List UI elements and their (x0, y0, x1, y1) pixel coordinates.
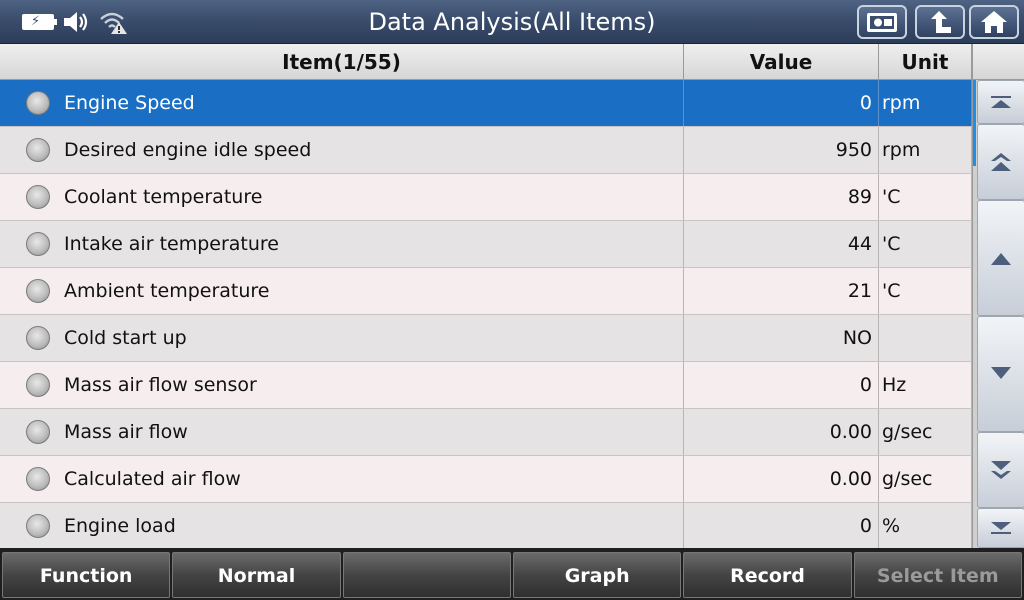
item-unit: Hz (879, 362, 972, 408)
table-header: Item(1/55) Value Unit (0, 44, 972, 80)
radio-icon[interactable] (26, 420, 50, 444)
item-name: Engine load (64, 515, 176, 537)
radio-icon[interactable] (26, 326, 50, 350)
function-button[interactable]: Function (2, 552, 171, 598)
item-value: 0 (684, 503, 879, 549)
item-unit: % (879, 503, 972, 549)
item-name: Intake air temperature (64, 233, 279, 255)
item-value: 21 (684, 268, 879, 314)
table-row[interactable]: Engine load 0 % (0, 503, 972, 550)
item-value: 44 (684, 221, 879, 267)
column-header-unit[interactable]: Unit (879, 44, 972, 79)
radio-icon[interactable] (26, 467, 50, 491)
select-item-button[interactable]: Select Item (853, 552, 1022, 598)
table-row[interactable]: Mass air flow sensor 0 Hz (0, 362, 972, 409)
item-unit: 'C (879, 221, 972, 267)
item-name: Coolant temperature (64, 186, 263, 208)
column-header-value[interactable]: Value (684, 44, 879, 79)
item-value: 0.00 (684, 409, 879, 455)
item-value: 0 (684, 80, 879, 126)
scrollbar[interactable] (972, 44, 1024, 548)
table-row[interactable]: Cold start up NO (0, 315, 972, 362)
back-icon (931, 11, 951, 33)
empty-button[interactable] (342, 552, 511, 598)
title-bar: ⚡ Data Analysis(All Items) (0, 0, 1024, 44)
table-row[interactable]: Ambient temperature 21 'C (0, 268, 972, 315)
item-value: 950 (684, 127, 879, 173)
radio-icon[interactable] (26, 279, 50, 303)
radio-icon[interactable] (26, 185, 50, 209)
item-name: Desired engine idle speed (64, 139, 312, 161)
table-row[interactable]: Intake air temperature 44 'C (0, 221, 972, 268)
record-button[interactable]: Record (683, 552, 852, 598)
page-up-button[interactable] (977, 124, 1024, 200)
item-unit: g/sec (879, 409, 972, 455)
table-row[interactable]: Engine Speed 0 rpm (0, 80, 972, 127)
radio-icon[interactable] (26, 514, 50, 538)
item-name: Ambient temperature (64, 280, 270, 302)
radio-icon[interactable] (26, 91, 50, 115)
item-name: Cold start up (64, 327, 187, 349)
table-row[interactable]: Calculated air flow 0.00 g/sec (0, 456, 972, 503)
scroll-position-indicator[interactable] (973, 80, 976, 166)
item-value: 0 (684, 362, 879, 408)
scroll-top-icon (991, 96, 1011, 108)
radio-icon[interactable] (26, 138, 50, 162)
item-unit: 'C (879, 268, 972, 314)
table-row[interactable]: Desired engine idle speed 950 rpm (0, 127, 972, 174)
line-down-icon (991, 367, 1011, 379)
screenshot-button[interactable] (857, 5, 907, 39)
item-unit (879, 315, 972, 361)
item-name: Mass air flow sensor (64, 374, 257, 396)
column-header-item[interactable]: Item(1/55) (0, 44, 684, 79)
scroll-bottom-button[interactable] (977, 508, 1024, 548)
home-icon (981, 11, 1007, 33)
table-row[interactable]: Coolant temperature 89 'C (0, 174, 972, 221)
back-button[interactable] (915, 5, 965, 39)
table-row[interactable]: Mass air flow 0.00 g/sec (0, 409, 972, 456)
scroll-top-button[interactable] (977, 80, 1024, 124)
line-up-button[interactable] (977, 200, 1024, 316)
normal-button[interactable]: Normal (172, 552, 341, 598)
item-name: Calculated air flow (64, 468, 241, 490)
scroll-header (973, 44, 1024, 80)
item-unit: 'C (879, 174, 972, 220)
item-value: 0.00 (684, 456, 879, 502)
item-unit: rpm (879, 127, 972, 173)
item-unit: rpm (879, 80, 972, 126)
page-down-icon (991, 461, 1011, 479)
item-unit: g/sec (879, 456, 972, 502)
line-up-icon (991, 253, 1011, 265)
scroll-bottom-icon (991, 522, 1011, 534)
page-down-button[interactable] (977, 432, 1024, 508)
item-value: 89 (684, 174, 879, 220)
table-body: Engine Speed 0 rpm Desired engine idle s… (0, 80, 972, 550)
item-name: Engine Speed (64, 92, 195, 114)
bottom-toolbar: Function Normal Graph Record Select Item (0, 548, 1024, 600)
data-table: Item(1/55) Value Unit Engine Speed 0 rpm… (0, 44, 972, 550)
radio-icon[interactable] (26, 232, 50, 256)
page-up-icon (991, 153, 1011, 171)
item-value: NO (684, 315, 879, 361)
screenshot-icon (867, 13, 897, 32)
graph-button[interactable]: Graph (512, 552, 682, 598)
item-name: Mass air flow (64, 421, 188, 443)
home-button[interactable] (969, 5, 1019, 39)
line-down-button[interactable] (977, 316, 1024, 432)
radio-icon[interactable] (26, 373, 50, 397)
